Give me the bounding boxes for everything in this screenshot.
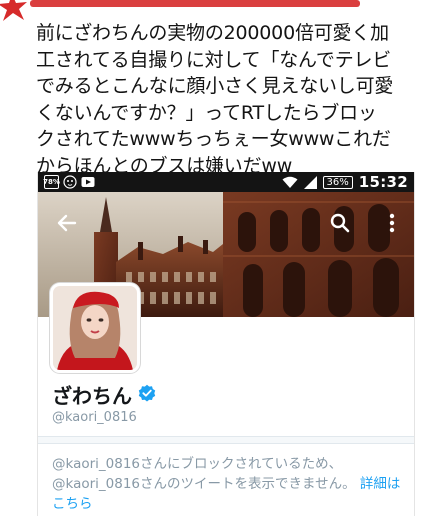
section-divider [38, 436, 414, 444]
profile-handle: @kaori_0816 [52, 410, 137, 425]
battery-indicator: 36% [322, 175, 353, 189]
search-icon [330, 213, 350, 233]
tweet-text: 前にざわちんの実物の200000倍可愛く加 工されてる自撮りに対して「なんでテレ… [36, 22, 394, 177]
clock: 15:32 [358, 173, 408, 191]
signal-icon [303, 175, 317, 189]
more-options-button[interactable] [377, 208, 407, 238]
status-bar: 78% 36% 15:32 [38, 172, 414, 192]
screenshot-page: 前にざわちんの実物の200000倍可愛く加 工されてる自撮りに対して「なんでテレ… [0, 0, 425, 516]
verified-badge-icon [138, 384, 156, 406]
blocked-notice-text: @kaori_0816さんにブロックされているため、@kaori_0816さんの… [52, 456, 356, 492]
profile-avatar[interactable] [50, 283, 140, 373]
tweet-author-avatar[interactable] [0, 0, 30, 24]
notification-badge: 78% [43, 175, 60, 189]
arrow-left-icon [57, 214, 77, 232]
embedded-phone-screenshot: 78% 36% 15:32 ざわちん @kaori_0816 @kaori_08… [37, 172, 415, 516]
blocked-notice: @kaori_0816さんにブロックされているため、@kaori_0816さんの… [52, 454, 410, 514]
back-button[interactable] [52, 208, 82, 238]
tweet-author-name-redacted [30, 0, 360, 7]
display-name-row: ざわちん [52, 380, 156, 409]
search-button[interactable] [325, 208, 355, 238]
display-name: ざわちん [52, 384, 132, 408]
wifi-icon [282, 176, 298, 189]
vertical-dots-icon [389, 213, 395, 233]
cat-notification-icon [63, 175, 77, 189]
video-notification-icon [81, 176, 95, 188]
